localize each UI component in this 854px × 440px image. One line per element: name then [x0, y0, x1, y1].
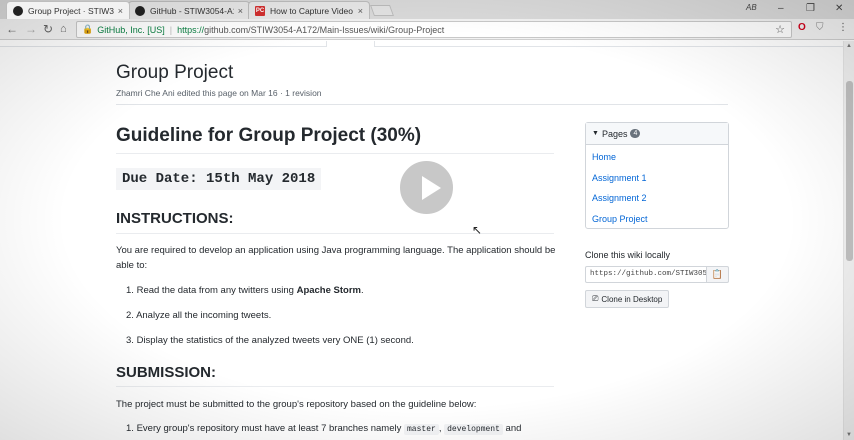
reload-icon[interactable]: ↻ [43, 22, 53, 36]
due-date-code: Due Date: 15th May 2018 [116, 168, 322, 190]
tab-capture-video[interactable]: PC How to Capture Video C × [248, 1, 370, 19]
opera-icon[interactable]: O [798, 22, 806, 33]
tab-close-icon[interactable]: × [238, 6, 243, 16]
forward-icon[interactable]: → [25, 22, 37, 36]
pages-sidebar: ▼ Pages 4 Home Assignment 1 Assignment 2… [585, 122, 729, 229]
list-text: Analyze all the incoming tweets. [136, 310, 272, 321]
wiki-page-title: Group Project [116, 62, 234, 83]
desktop-download-icon: ⎚ [592, 294, 599, 303]
pages-count-badge: 4 [630, 129, 641, 138]
tab-close-icon[interactable]: × [118, 6, 123, 16]
site-identity: GitHub, Inc. [US] [97, 24, 165, 35]
repo-nav-border [0, 41, 843, 47]
inline-code: development [444, 424, 503, 435]
submission-heading: SUBMISSION: [116, 364, 217, 381]
divider [116, 104, 728, 105]
mouse-cursor-icon: ↖ [472, 223, 483, 237]
tab-github-repo[interactable]: GitHub - STIW3054-A172 × [128, 1, 250, 19]
clone-desktop-button[interactable]: ⎚ Clone in Desktop [585, 290, 669, 308]
play-button[interactable] [397, 158, 456, 217]
page-scrollbar[interactable]: ▲ ▼ [843, 41, 854, 440]
list-text: Display the statistics of the analyzed t… [136, 335, 414, 346]
minimize-button[interactable]: – [778, 3, 784, 14]
tab-group-project[interactable]: Group Project · STIW305 × [6, 1, 130, 19]
submission-text: The project must be submitted to the gro… [116, 399, 477, 410]
list-number: 1. [126, 423, 134, 434]
pages-toggle[interactable]: ▼ Pages 4 [586, 123, 728, 145]
tab-title: How to Capture Video C [270, 5, 354, 16]
list-item: 2. Analyze all the incoming tweets. [126, 310, 271, 321]
menu-icon[interactable]: ⋮ [838, 22, 848, 33]
sidebar-link-group-project[interactable]: Group Project [592, 214, 648, 224]
copy-clipboard-button[interactable]: 📋 [707, 266, 729, 283]
page-content: Group Project Zhamri Che Ani edited this… [0, 41, 843, 440]
wiki-edit-meta: Zhamri Che Ani edited this page on Mar 1… [116, 88, 322, 98]
list-item: 1. Every group's repository must have at… [126, 423, 522, 435]
clone-wiki-title: Clone this wiki locally [585, 250, 671, 260]
extension-icon[interactable]: ⛉ [816, 22, 824, 33]
scroll-up-icon[interactable]: ▲ [846, 43, 852, 49]
github-icon [13, 5, 23, 16]
inline-code: master [404, 424, 439, 435]
list-number: 3. [126, 335, 134, 346]
divider [116, 233, 554, 234]
list-bold-text: Apache Storm [296, 285, 361, 296]
caret-down-icon: ▼ [592, 130, 599, 137]
url-path: github.com/STIW3054-A172/Main-Issues/wik… [204, 24, 445, 35]
scroll-down-icon[interactable]: ▼ [846, 432, 852, 438]
list-text: Read the data from any twitters using [136, 285, 297, 296]
content-heading: Guideline for Group Project (30%) [116, 125, 422, 146]
clipboard-icon: 📋 [711, 269, 724, 279]
github-icon [135, 5, 145, 16]
profile-badge[interactable]: AB [746, 3, 757, 12]
new-tab-button[interactable] [369, 5, 395, 16]
bookmark-star-icon[interactable]: ☆ [775, 23, 785, 36]
list-text: Every group's repository must have at le… [136, 423, 404, 434]
tab-title: Group Project · STIW305 [28, 5, 114, 16]
list-item: 3. Display the statistics of the analyze… [126, 335, 414, 346]
tab-close-icon[interactable]: × [358, 6, 363, 16]
list-text: . [360, 285, 364, 296]
divider: | [169, 24, 173, 35]
list-number: 2. [126, 310, 134, 321]
pages-label: Pages [601, 128, 628, 139]
restore-button[interactable]: ❐ [806, 3, 815, 14]
address-bar[interactable]: 🔒 GitHub, Inc. [US] | https:// github.co… [76, 21, 792, 38]
url-scheme: https:// [177, 24, 205, 35]
list-number: 1. [126, 285, 134, 296]
home-icon[interactable]: ⌂ [60, 22, 67, 36]
list-item: 1. Read the data from any twitters using… [126, 285, 364, 296]
back-icon[interactable]: ← [6, 22, 18, 36]
instructions-heading: INSTRUCTIONS: [116, 210, 234, 227]
wiki-tab-marker [326, 41, 375, 47]
instructions-text: You are required to develop an applicati… [116, 245, 556, 271]
lock-icon: 🔒 [82, 24, 94, 34]
clone-url-input[interactable]: https://github.com/STIW3054 [585, 266, 707, 283]
divider [116, 153, 554, 154]
tab-title: GitHub - STIW3054-A172 [150, 5, 234, 16]
play-icon [422, 176, 441, 200]
close-window-button[interactable]: ✕ [835, 3, 843, 14]
browser-tabstrip: Group Project · STIW305 × GitHub - STIW3… [0, 0, 854, 19]
pc-magazine-icon: PC [255, 5, 265, 16]
scrollbar-thumb[interactable] [846, 81, 853, 261]
list-text: and [502, 423, 522, 434]
sidebar-link-home[interactable]: Home [592, 152, 616, 162]
sidebar-link-assignment-2[interactable]: Assignment 2 [592, 193, 647, 203]
sidebar-link-assignment-1[interactable]: Assignment 1 [592, 173, 647, 183]
browser-toolbar: ← → ↻ ⌂ 🔒 GitHub, Inc. [US] | https:// g… [0, 19, 854, 40]
divider [116, 386, 554, 387]
clone-desktop-label: Clone in Desktop [601, 294, 663, 304]
